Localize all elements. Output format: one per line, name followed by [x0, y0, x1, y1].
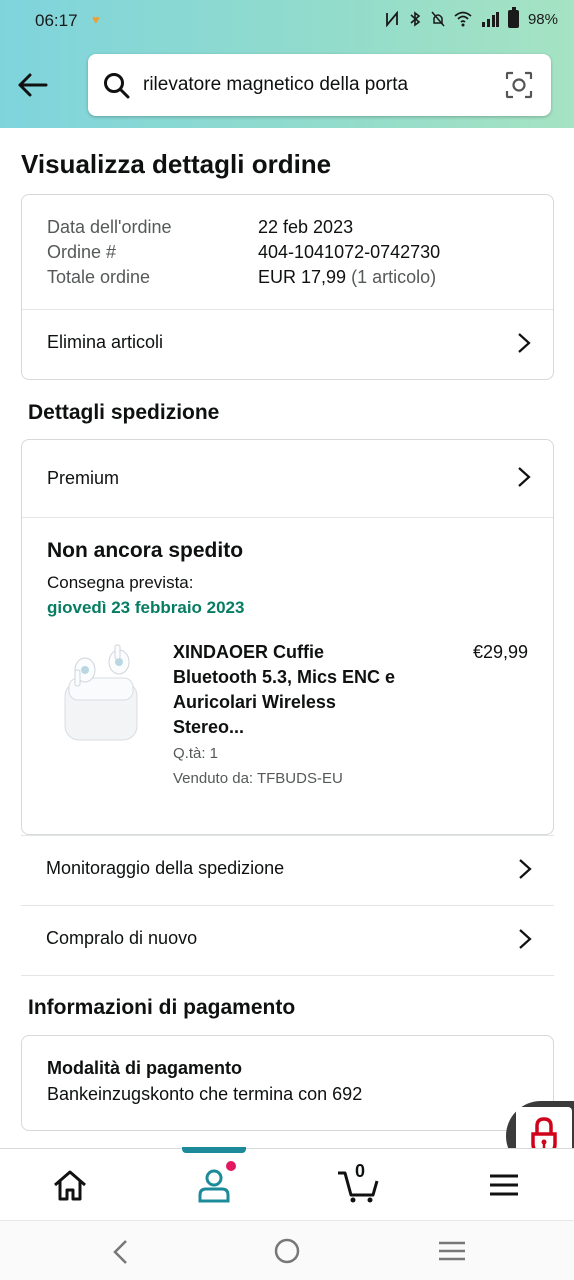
wifi-icon — [454, 11, 472, 27]
muted-bell-icon — [431, 11, 445, 27]
menu-icon[interactable] — [488, 1167, 520, 1203]
order-total-amount: EUR 17,99 — [258, 267, 347, 287]
notification-dot — [226, 1161, 236, 1171]
chevron-right-icon — [518, 333, 531, 353]
nfc-icon — [386, 11, 398, 27]
search-bar[interactable]: rilevatore magnetico della porta — [88, 54, 551, 116]
app-header: 06:17 ♥ 98% rilevatore magnetico della p… — [0, 0, 574, 128]
bluetooth-icon — [410, 11, 421, 27]
status-icons: 98% — [385, 7, 558, 28]
shipping-card: Premium Non ancora spedito Consegna prev… — [21, 439, 554, 835]
product-quantity: Q.tà: 1 — [173, 745, 219, 762]
order-date-label: Data dell'ordine — [47, 217, 172, 237]
chevron-right-icon — [519, 929, 532, 949]
payment-card: Modalità di pagamento Bankeinzugskonto c… — [21, 1035, 554, 1131]
notification-heart-icon: ♥ — [92, 12, 100, 27]
track-shipment-label: Monitoraggio della spedizione — [46, 858, 285, 878]
order-summary-card: Data dell'ordine 22 feb 2023 Ordine # 40… — [21, 194, 554, 380]
track-shipment-row[interactable]: Monitoraggio della spedizione — [21, 835, 554, 905]
account-icon[interactable] — [194, 1167, 234, 1203]
product-item[interactable]: XINDAOER Cuffie Bluetooth 5.3, Mics ENC … — [22, 518, 553, 818]
battery-icon — [507, 7, 519, 28]
product-price: €29,99 — [472, 642, 528, 662]
battery-percent: 98% — [527, 10, 558, 28]
product-title-line: Stereo... — [173, 717, 245, 737]
shipping-method-row[interactable]: Premium — [22, 440, 553, 517]
home-icon[interactable] — [50, 1167, 90, 1203]
product-title-line: Auricolari Wireless — [173, 692, 336, 712]
earbuds-case-image[interactable] — [57, 640, 147, 745]
system-recents-icon[interactable] — [438, 1239, 466, 1263]
camera-search-icon[interactable] — [505, 71, 533, 99]
signal-icon — [481, 12, 499, 27]
delete-items-label: Elimina articoli — [47, 332, 164, 352]
status-bar: 06:17 ♥ 98% — [0, 0, 574, 42]
payment-section-title: Informazioni di pagamento — [28, 996, 296, 1019]
order-number-label: Ordine # — [47, 242, 117, 262]
system-navigation-bar — [0, 1220, 574, 1280]
search-icon — [104, 73, 130, 99]
system-home-icon[interactable] — [273, 1237, 301, 1265]
shipping-section-title: Dettagli spedizione — [28, 401, 220, 424]
shipping-method-label: Premium — [47, 468, 120, 488]
cart-count: 0 — [355, 1161, 366, 1181]
order-total-value: EUR 17,99 (1 articolo) — [258, 267, 436, 288]
product-seller: Venduto da: TFBUDS-EU — [173, 770, 343, 787]
buy-again-row[interactable]: Compralo di nuovo — [21, 905, 554, 975]
divider — [21, 975, 554, 976]
status-time: 06:17 — [35, 11, 78, 30]
delete-items-row[interactable]: Elimina articoli — [22, 310, 553, 380]
bottom-navigation: 0 — [0, 1147, 574, 1220]
product-title-line: XINDAOER Cuffie — [173, 642, 325, 662]
product-title-line: Bluetooth 5.3, Mics ENC e — [173, 667, 396, 687]
payment-method-value: Bankeinzugskonto che termina con 692 — [47, 1084, 363, 1104]
product-title[interactable]: XINDAOER Cuffie Bluetooth 5.3, Mics ENC … — [173, 640, 423, 740]
buy-again-label: Compralo di nuovo — [46, 928, 198, 948]
chevron-right-icon — [519, 859, 532, 879]
page-title: Visualizza dettagli ordine — [21, 149, 332, 179]
order-date-value: 22 feb 2023 — [258, 217, 354, 237]
system-back-icon[interactable] — [110, 1239, 132, 1265]
order-total-label: Totale ordine — [47, 267, 151, 287]
back-arrow-icon[interactable] — [16, 70, 50, 100]
order-total-items: (1 articolo) — [351, 267, 437, 287]
search-input[interactable]: rilevatore magnetico della porta — [143, 74, 408, 96]
order-number-value: 404-1041072-0742730 — [258, 242, 441, 262]
payment-method-title: Modalità di pagamento — [47, 1058, 243, 1078]
chevron-right-icon — [518, 467, 531, 487]
active-tab-indicator — [182, 1147, 246, 1153]
